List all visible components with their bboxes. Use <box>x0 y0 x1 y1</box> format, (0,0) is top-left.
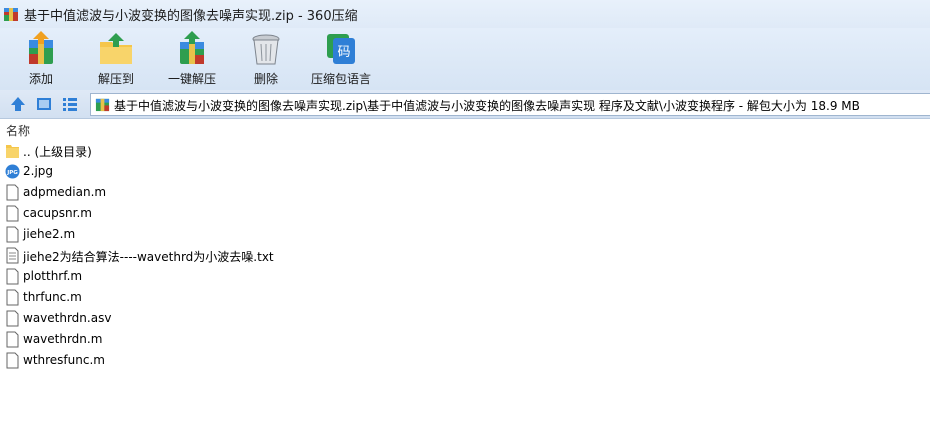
file-name: adpmedian.m <box>23 185 107 199</box>
list-item[interactable]: plotthrf.m <box>0 266 930 287</box>
list-item[interactable]: wavethrdn.asv <box>0 308 930 329</box>
toolbar: 添加 解压到 一键解压 删除 码 压缩包语言 <box>0 28 930 90</box>
add-label: 添加 <box>28 72 53 86</box>
list-item[interactable]: adpmedian.m <box>0 182 930 203</box>
extract-to-folder-icon <box>100 33 132 64</box>
language-code-icon: 码 <box>327 34 355 64</box>
list-item[interactable]: jiehe2为结合算法----wavethrd为小波去噪.txt <box>0 245 930 266</box>
archive-language-button[interactable]: 码 压缩包语言 <box>308 28 374 90</box>
delete-label: 删除 <box>253 72 278 86</box>
name-column-header[interactable]: 名称 <box>6 122 30 139</box>
window-title: 基于中值滤波与小波变换的图像去噪声实现.zip - 360压缩 <box>24 9 358 24</box>
file-list: 名称 .. (上级目录) JPG 2.jpg adpmedian.m cacup… <box>0 119 930 440</box>
list-item-parent-directory[interactable]: .. (上级目录) <box>0 140 930 161</box>
thumbnail-view-icon[interactable] <box>35 95 53 113</box>
file-icon <box>6 310 19 327</box>
file-name: wthresfunc.m <box>23 353 105 367</box>
file-icon <box>6 289 19 306</box>
app-archive-icon <box>4 8 18 21</box>
language-badge: 码 <box>337 45 350 60</box>
file-icon <box>6 352 19 369</box>
title-bar: 基于中值滤波与小波变换的图像去噪声实现.zip - 360压缩 <box>0 0 930 28</box>
list-item[interactable]: wavethrdn.m <box>0 329 930 350</box>
file-icon <box>6 205 19 222</box>
path-field[interactable]: 基于中值滤波与小波变换的图像去噪声实现.zip\基于中值滤波与小波变换的图像去噪… <box>90 93 930 116</box>
file-icon <box>6 184 19 201</box>
archive-icon <box>95 98 110 112</box>
add-button[interactable]: 添加 <box>18 28 64 90</box>
file-name: plotthrf.m <box>23 269 83 283</box>
delete-button[interactable]: 删除 <box>246 28 286 90</box>
list-item[interactable]: jiehe2.m <box>0 224 930 245</box>
list-item[interactable]: thrfunc.m <box>0 287 930 308</box>
file-name: thrfunc.m <box>23 290 82 304</box>
file-icon <box>6 331 19 348</box>
file-name: jiehe2.m <box>23 227 76 241</box>
folder-icon <box>6 145 19 158</box>
archive-language-label: 压缩包语言 <box>310 72 371 86</box>
path-text: 基于中值滤波与小波变换的图像去噪声实现.zip\基于中值滤波与小波变换的图像去噪… <box>114 99 860 113</box>
extract-to-button[interactable]: 解压到 <box>92 28 140 90</box>
file-icon <box>6 226 19 243</box>
jpg-image-icon: JPG <box>5 164 20 179</box>
file-name: 2.jpg <box>23 164 54 178</box>
file-name: cacupsnr.m <box>23 206 92 220</box>
list-item[interactable]: wthresfunc.m <box>0 350 930 371</box>
text-file-icon <box>6 247 19 264</box>
add-archive-icon <box>29 31 53 64</box>
jpg-badge: JPG <box>6 170 18 176</box>
extract-to-label: 解压到 <box>97 72 134 86</box>
list-view-icon[interactable] <box>61 95 79 113</box>
file-name: wavethrdn.asv <box>23 311 112 325</box>
list-item[interactable]: cacupsnr.m <box>0 203 930 224</box>
file-name: wavethrdn.m <box>23 332 103 346</box>
file-icon <box>6 268 19 285</box>
up-arrow-icon[interactable] <box>9 95 27 113</box>
trash-bin-icon <box>252 34 280 65</box>
one-click-extract-label: 一键解压 <box>167 72 216 86</box>
file-name: .. (上级目录) <box>23 145 92 159</box>
address-bar: 基于中值滤波与小波变换的图像去噪声实现.zip\基于中值滤波与小波变换的图像去噪… <box>0 90 930 119</box>
list-item[interactable]: JPG 2.jpg <box>0 161 930 182</box>
file-name: jiehe2为结合算法----wavethrd为小波去噪.txt <box>23 250 274 264</box>
one-click-extract-button[interactable]: 一键解压 <box>164 28 220 90</box>
one-click-extract-icon <box>180 31 204 64</box>
